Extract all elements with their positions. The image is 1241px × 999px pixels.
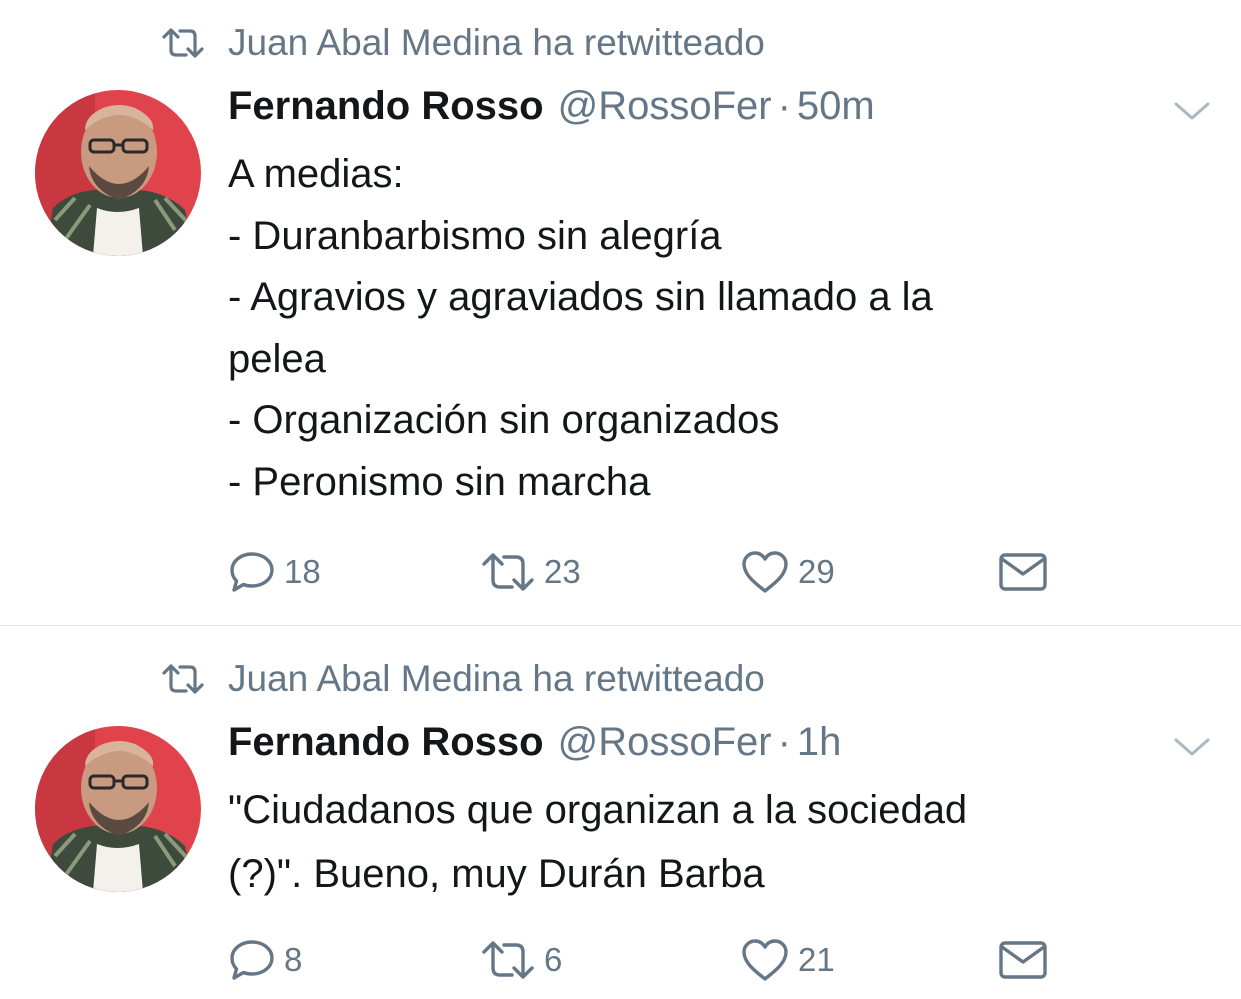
chevron-down-icon[interactable] xyxy=(1172,734,1212,760)
retweet-button[interactable]: 23 xyxy=(480,548,581,596)
author-name[interactable]: Fernando Rosso xyxy=(228,84,544,129)
author-handle[interactable]: @RossoFer xyxy=(558,84,772,129)
tweet-text-line: "Ciudadanos que organizan a la sociedad xyxy=(228,788,968,832)
tweet-text: "Ciudadanos que organizan a la sociedad … xyxy=(228,778,1188,906)
tweet-header: Fernando Rosso @RossoFer · 50m xyxy=(228,84,875,140)
tweet-actions: 8 6 21 xyxy=(228,936,1188,984)
retweet-icon xyxy=(162,664,204,694)
retweet-context: Juan Abal Medina ha retwitteado xyxy=(160,18,765,68)
reply-icon xyxy=(230,552,274,592)
retweet-count: 6 xyxy=(544,941,563,978)
author-name[interactable]: Fernando Rosso xyxy=(228,720,544,765)
avatar[interactable] xyxy=(35,90,201,256)
retweet-icon xyxy=(482,553,534,591)
like-button[interactable]: 21 xyxy=(740,936,835,984)
tweet[interactable]: Juan Abal Medina ha retwitteado Fernando… xyxy=(0,626,1241,999)
envelope-icon xyxy=(999,553,1047,591)
tweet-text-line: (?)". Bueno, muy Durán Barba xyxy=(228,852,765,896)
separator: · xyxy=(777,84,791,128)
tweet-text-line: pelea xyxy=(228,336,326,381)
reply-icon xyxy=(230,940,274,980)
like-button[interactable]: 29 xyxy=(740,548,835,596)
timestamp[interactable]: 50m xyxy=(797,84,875,129)
reply-count: 18 xyxy=(284,553,321,590)
tweet[interactable]: Juan Abal Medina ha retwitteado Fernando… xyxy=(0,0,1241,625)
tweet-text-line: - Duranbarbismo sin alegría xyxy=(228,213,722,258)
retweet-context: Juan Abal Medina ha retwitteado xyxy=(160,654,765,704)
author-handle[interactable]: @RossoFer xyxy=(558,720,772,765)
chevron-down-icon[interactable] xyxy=(1172,98,1212,124)
like-count: 21 xyxy=(798,941,835,978)
retweet-icon xyxy=(482,941,534,979)
reply-button[interactable]: 18 xyxy=(228,548,321,596)
retweet-icon xyxy=(162,28,204,58)
retweeted-by-text: Juan Abal Medina ha retwitteado xyxy=(228,658,765,699)
retweet-button[interactable]: 6 xyxy=(480,936,562,984)
tweet-header: Fernando Rosso @RossoFer · 1h xyxy=(228,720,841,776)
tweet-text-line: - Agravios y agraviados sin llamado a la xyxy=(228,275,933,320)
like-count: 29 xyxy=(798,553,835,590)
retweet-count: 23 xyxy=(544,553,581,590)
tweet-text-line: A medias: xyxy=(228,152,404,196)
envelope-icon xyxy=(999,941,1047,979)
heart-icon xyxy=(742,551,788,593)
reply-count: 8 xyxy=(284,941,303,978)
timestamp[interactable]: 1h xyxy=(797,720,842,765)
reply-button[interactable]: 8 xyxy=(228,936,302,984)
direct-message-button[interactable] xyxy=(998,936,1048,984)
tweet-text-line: - Organización sin organizados xyxy=(228,398,780,443)
separator: · xyxy=(777,720,791,764)
avatar[interactable] xyxy=(35,726,201,892)
tweet-text-line: - Peronismo sin marcha xyxy=(228,459,651,504)
retweeted-by-text: Juan Abal Medina ha retwitteado xyxy=(228,22,765,63)
direct-message-button[interactable] xyxy=(998,548,1048,596)
heart-icon xyxy=(742,939,788,981)
tweet-actions: 18 23 29 xyxy=(228,548,1188,596)
tweet-text: A medias: - Duranbarbismo sin alegría - … xyxy=(228,144,1188,514)
